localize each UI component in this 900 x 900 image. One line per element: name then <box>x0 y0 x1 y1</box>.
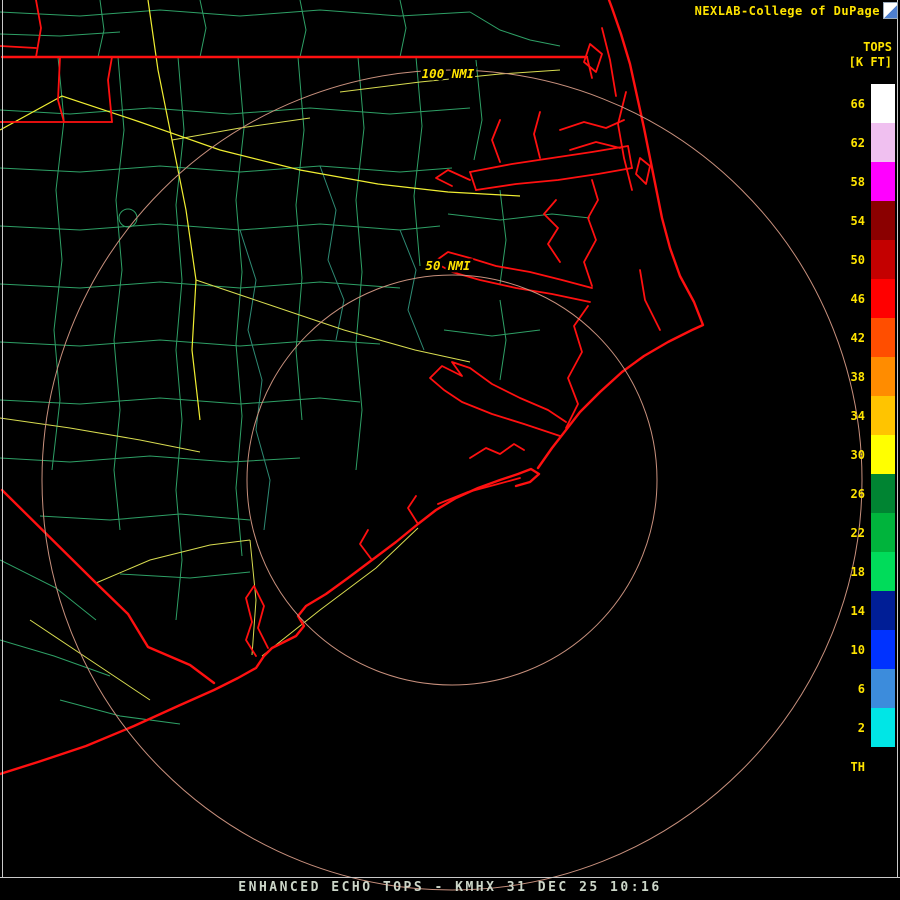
legend-row: 58 <box>841 162 895 201</box>
legend-row: 30 <box>841 435 895 474</box>
legend-label: 66 <box>841 97 865 111</box>
legend-label: 38 <box>841 370 865 384</box>
legend-swatch <box>871 357 895 396</box>
legend-row: 42 <box>841 318 895 357</box>
coastline-outer-banks <box>538 0 703 468</box>
legend-label: 2 <box>841 721 865 735</box>
legend-swatch <box>871 396 895 435</box>
legend-label: 30 <box>841 448 865 462</box>
stream-lines-layer <box>240 166 424 530</box>
coastline-south <box>0 469 539 774</box>
radar-map: 100 NMI 50 NMI <box>0 0 900 900</box>
legend-label: 62 <box>841 136 865 150</box>
legend-label: 6 <box>841 682 865 696</box>
corner-logo-icon <box>883 2 898 19</box>
legend-title: TOPS <box>863 40 892 54</box>
radar-product-page: { "header": { "brand": "NEXLAB-College o… <box>0 0 900 900</box>
legend-swatch <box>871 747 895 786</box>
legend-swatch <box>871 201 895 240</box>
legend-row: 2 <box>841 708 895 747</box>
legend-row: 18 <box>841 552 895 591</box>
legend-swatch <box>871 240 895 279</box>
legend-row: 46 <box>841 279 895 318</box>
legend-label: 10 <box>841 643 865 657</box>
legend-row: 38 <box>841 357 895 396</box>
legend-label: 50 <box>841 253 865 267</box>
range-ring-100nmi <box>42 70 862 890</box>
legend-swatch <box>871 552 895 591</box>
frame-border-bottom <box>0 877 900 878</box>
range-ring-50nmi <box>247 275 657 685</box>
legend-swatch <box>871 708 895 747</box>
legend-label: 22 <box>841 526 865 540</box>
highway-lines-layer <box>0 0 520 420</box>
frame-border-left <box>2 0 3 878</box>
legend-row: 50 <box>841 240 895 279</box>
legend-label: 14 <box>841 604 865 618</box>
legend-color-scale: 66625854504642383430262218141062TH <box>841 84 895 786</box>
legend-row: 66 <box>841 84 895 123</box>
legend-row: 62 <box>841 123 895 162</box>
legend-label: 46 <box>841 292 865 306</box>
range-label-50nmi: 50 NMI <box>425 258 471 273</box>
legend-label: 26 <box>841 487 865 501</box>
frame-border-right <box>897 0 898 878</box>
legend-swatch <box>871 318 895 357</box>
legend-swatch <box>871 435 895 474</box>
legend-row: 10 <box>841 630 895 669</box>
estuary-detail-layer <box>0 0 660 656</box>
legend-swatch <box>871 513 895 552</box>
legend-label: 34 <box>841 409 865 423</box>
legend-swatch <box>871 162 895 201</box>
legend-row: TH <box>841 747 895 786</box>
legend-units: [K FT] <box>849 55 892 69</box>
legend-label: 58 <box>841 175 865 189</box>
legend-label: 54 <box>841 214 865 228</box>
legend-swatch <box>871 630 895 669</box>
brand-text: NEXLAB-College of DuPage <box>695 4 880 18</box>
coast-border-layer <box>0 0 703 774</box>
legend-swatch <box>871 123 895 162</box>
range-label-100nmi: 100 NMI <box>422 66 475 81</box>
legend-row: 34 <box>841 396 895 435</box>
legend-row: 26 <box>841 474 895 513</box>
county-lines-layer <box>0 0 590 724</box>
legend-swatch <box>871 474 895 513</box>
legend-label: 42 <box>841 331 865 345</box>
legend-swatch <box>871 84 895 123</box>
legend-row: 14 <box>841 591 895 630</box>
legend-row: 22 <box>841 513 895 552</box>
range-rings <box>42 70 862 890</box>
legend-label: 18 <box>841 565 865 579</box>
legend-swatch <box>871 669 895 708</box>
legend-swatch <box>871 279 895 318</box>
legend-swatch <box>871 591 895 630</box>
product-caption: ENHANCED ECHO TOPS - KMHX 31 DEC 25 10:1… <box>0 880 900 895</box>
state-border-south <box>2 490 214 683</box>
legend-label: TH <box>841 760 865 774</box>
legend-row: 54 <box>841 201 895 240</box>
legend-row: 6 <box>841 669 895 708</box>
